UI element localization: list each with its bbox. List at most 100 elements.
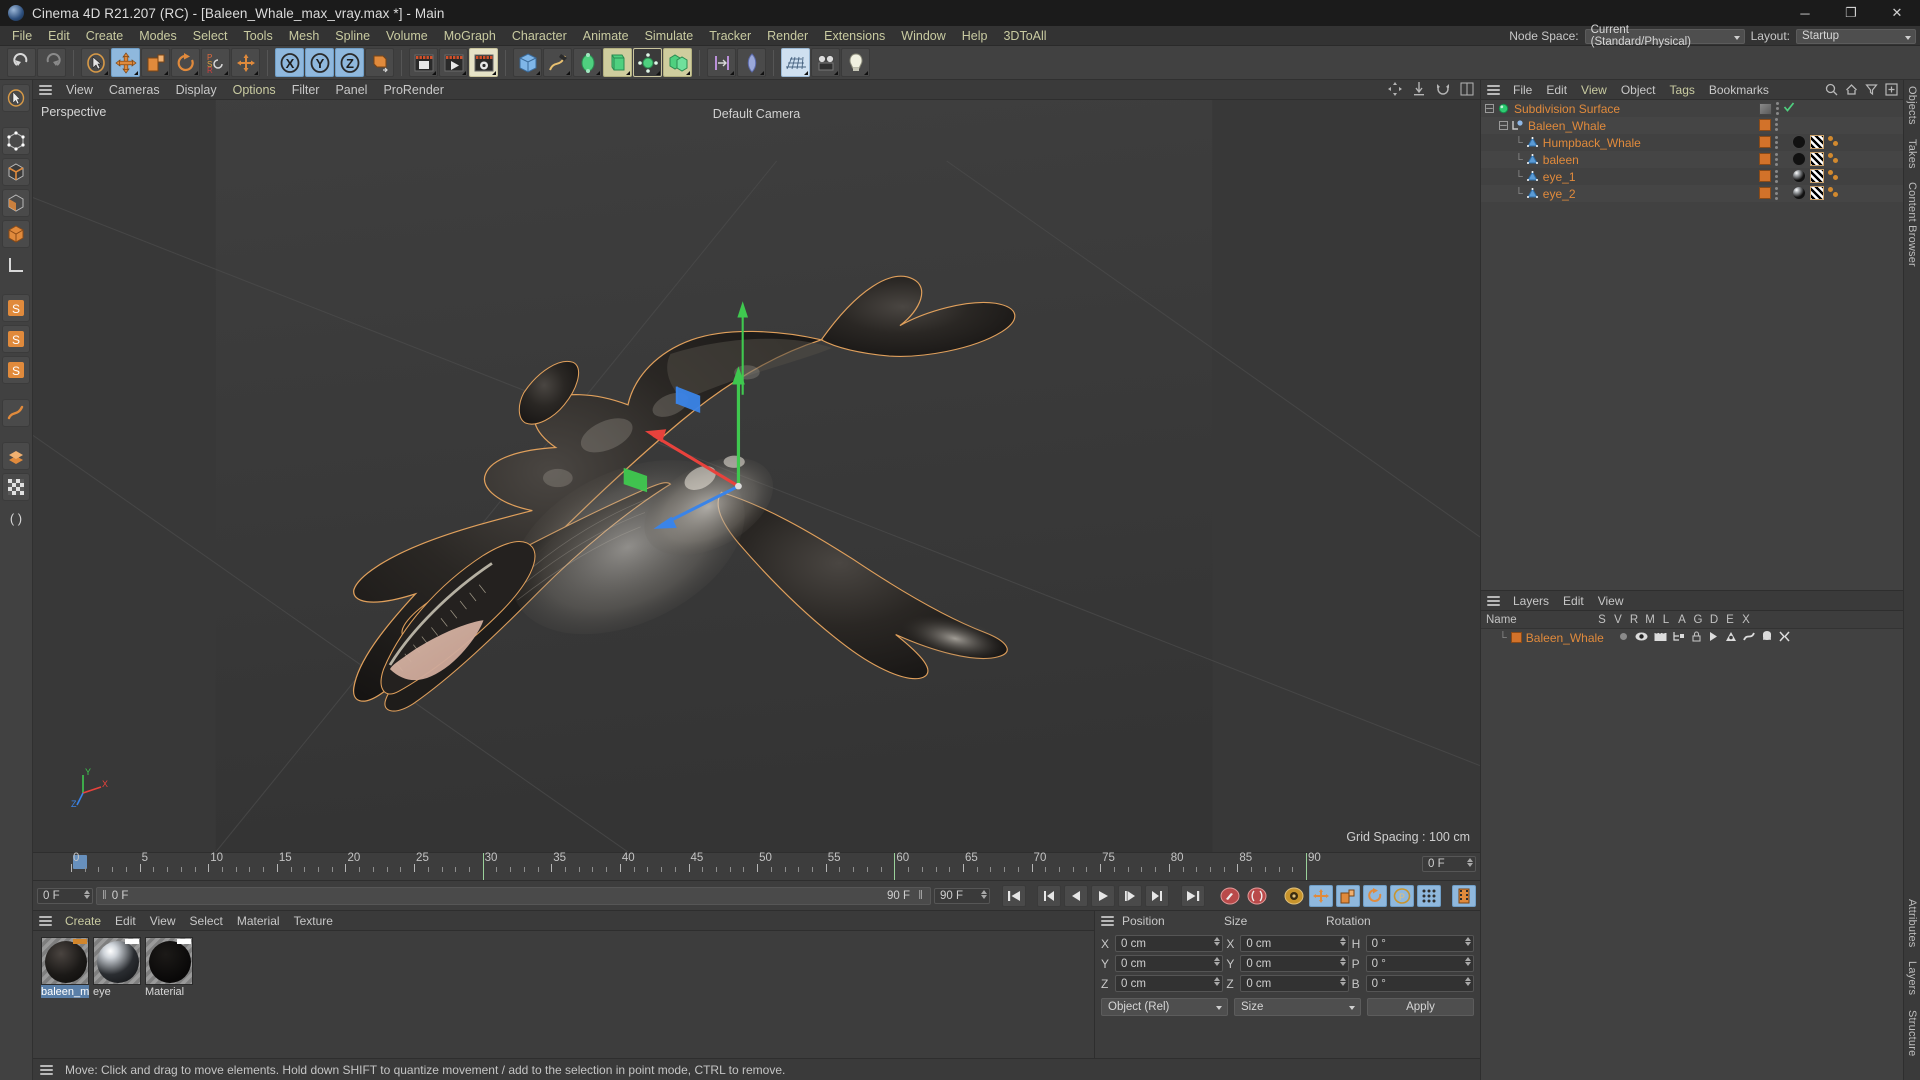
object-row-subdivision-surface[interactable]: ─ Subdivision Surface: [1481, 100, 1903, 117]
timeline-scrub-bar[interactable]: ‖ 0 F 90 F ‖: [96, 886, 931, 905]
y-axis-lock-button[interactable]: Y: [305, 48, 334, 77]
uv-mode-icon[interactable]: [2, 473, 30, 501]
model-mode-icon[interactable]: [2, 220, 30, 248]
uv-tag-icon[interactable]: [1810, 135, 1824, 149]
add-mograph-button[interactable]: [663, 48, 692, 77]
expander-icon[interactable]: ─: [1485, 104, 1494, 113]
status-hamburger-icon[interactable]: [38, 1063, 55, 1077]
menu-file[interactable]: File: [4, 26, 40, 46]
add-bookmark-icon[interactable]: [1885, 83, 1898, 99]
lock-axis-icon[interactable]: ( ): [2, 504, 30, 532]
add-generator-button[interactable]: [573, 48, 602, 77]
add-field-button[interactable]: [633, 48, 662, 77]
expander-icon[interactable]: ─: [1499, 121, 1508, 130]
layer-menu-layers[interactable]: Layers: [1506, 591, 1556, 611]
coordinate-mode-select[interactable]: Object (Rel): [1101, 998, 1228, 1016]
size-x-field[interactable]: 0 cm: [1240, 935, 1349, 952]
texture-mode-icon[interactable]: [2, 442, 30, 470]
material-menu-create[interactable]: Create: [58, 911, 108, 931]
menu-animate[interactable]: Animate: [575, 26, 637, 46]
world-object-coord-button[interactable]: [365, 48, 394, 77]
rotate-tool-button[interactable]: [171, 48, 200, 77]
rotation-b-field[interactable]: 0 °: [1365, 975, 1474, 992]
search-icon[interactable]: [1825, 83, 1838, 99]
keyframe-param-button[interactable]: P: [1390, 884, 1414, 907]
selection-tag-icon[interactable]: [1828, 136, 1842, 148]
material-name[interactable]: Material: [145, 985, 193, 998]
coordinate-size-select[interactable]: Size: [1234, 998, 1361, 1016]
add-deformer-button[interactable]: [603, 48, 632, 77]
selection-tag-icon[interactable]: [1828, 187, 1842, 199]
rotation-p-field[interactable]: 0 °: [1365, 955, 1474, 972]
render-settings-button[interactable]: [469, 48, 498, 77]
tab-takes[interactable]: Takes: [1906, 139, 1918, 169]
viewport-pan-icon[interactable]: [1388, 82, 1402, 99]
scene-grid-button[interactable]: [781, 48, 810, 77]
edges-mode-icon[interactable]: [2, 158, 30, 186]
tab-content-browser[interactable]: Content Browser: [1906, 182, 1918, 267]
viewport-zoom-icon[interactable]: [1412, 82, 1426, 99]
material-tag-icon[interactable]: [1792, 186, 1806, 200]
texture-axis-s-icon[interactable]: S: [2, 325, 30, 353]
tab-layers[interactable]: Layers: [1906, 961, 1918, 995]
home-icon[interactable]: [1845, 83, 1858, 99]
material-item[interactable]: Material: [145, 937, 193, 998]
viewport-rotate-icon[interactable]: [1436, 82, 1450, 99]
redo-button[interactable]: [37, 48, 66, 77]
menu-select[interactable]: Select: [185, 26, 236, 46]
viewport-menu-display[interactable]: Display: [168, 80, 225, 100]
render-view-button[interactable]: [409, 48, 438, 77]
object-name[interactable]: eye_1: [1543, 170, 1576, 184]
tab-structure[interactable]: Structure: [1906, 1010, 1918, 1056]
layer-tag-icon[interactable]: [1759, 170, 1771, 182]
size-y-field[interactable]: 0 cm: [1240, 955, 1349, 972]
object-name[interactable]: baleen: [1543, 153, 1579, 167]
go-to-start-button[interactable]: [1002, 884, 1026, 907]
material-menu-view[interactable]: View: [143, 911, 183, 931]
tab-objects[interactable]: Objects: [1906, 86, 1918, 125]
object-name[interactable]: eye_2: [1543, 187, 1576, 201]
start-frame-spinner[interactable]: [84, 889, 90, 899]
material-menu-texture[interactable]: Texture: [287, 911, 340, 931]
menu-render[interactable]: Render: [759, 26, 816, 46]
node-space-select[interactable]: Current (Standard/Physical): [1584, 24, 1745, 48]
viewport-menu-view[interactable]: View: [58, 80, 101, 100]
layer-hamburger-icon[interactable]: [1485, 594, 1502, 608]
layer-lock-icon[interactable]: [1691, 630, 1702, 645]
layer-solo-icon[interactable]: [1618, 631, 1629, 645]
menu-extensions[interactable]: Extensions: [816, 26, 893, 46]
x-axis-lock-button[interactable]: X: [275, 48, 304, 77]
end-frame-spinner[interactable]: [981, 889, 987, 899]
keyframe-points-button[interactable]: [1417, 884, 1441, 907]
autokey-button[interactable]: [1245, 885, 1269, 907]
material-menu-material[interactable]: Material: [230, 911, 287, 931]
material-item[interactable]: eye: [93, 937, 141, 998]
keyframe-scale-button[interactable]: [1336, 884, 1360, 907]
previous-frame-button[interactable]: [1064, 884, 1088, 907]
timeline-frame-spinner[interactable]: [1467, 858, 1473, 867]
material-name[interactable]: baleen_m: [41, 985, 89, 998]
minimize-button[interactable]: ─: [1782, 0, 1828, 26]
object-row-eye-1[interactable]: └ eye_1: [1481, 168, 1903, 185]
viewport-menu-filter[interactable]: Filter: [284, 80, 328, 100]
start-frame-field[interactable]: 0 F: [37, 887, 93, 904]
filter-icon[interactable]: [1865, 83, 1878, 99]
menu-create[interactable]: Create: [78, 26, 132, 46]
psr-tool-button[interactable]: PSR: [201, 48, 230, 77]
menu-simulate[interactable]: Simulate: [637, 26, 702, 46]
workplane-s-icon[interactable]: S: [2, 356, 30, 384]
object-tree[interactable]: ─ Subdivision Surface ─ Baleen_Whale └ H…: [1481, 100, 1903, 590]
layer-tag-icon[interactable]: [1759, 187, 1771, 199]
layer-xref-icon[interactable]: [1779, 631, 1790, 645]
next-keyframe-button[interactable]: [1145, 884, 1169, 907]
menu-character[interactable]: Character: [504, 26, 575, 46]
menu-window[interactable]: Window: [893, 26, 953, 46]
light-button[interactable]: [841, 48, 870, 77]
material-tag-icon[interactable]: [1792, 169, 1806, 183]
menu-edit[interactable]: Edit: [40, 26, 78, 46]
position-x-field[interactable]: 0 cm: [1115, 935, 1224, 952]
render-region-button[interactable]: [439, 48, 468, 77]
scale-tool-button[interactable]: [141, 48, 170, 77]
object-menu-object[interactable]: Object: [1614, 80, 1663, 100]
material-name[interactable]: eye: [93, 985, 141, 998]
